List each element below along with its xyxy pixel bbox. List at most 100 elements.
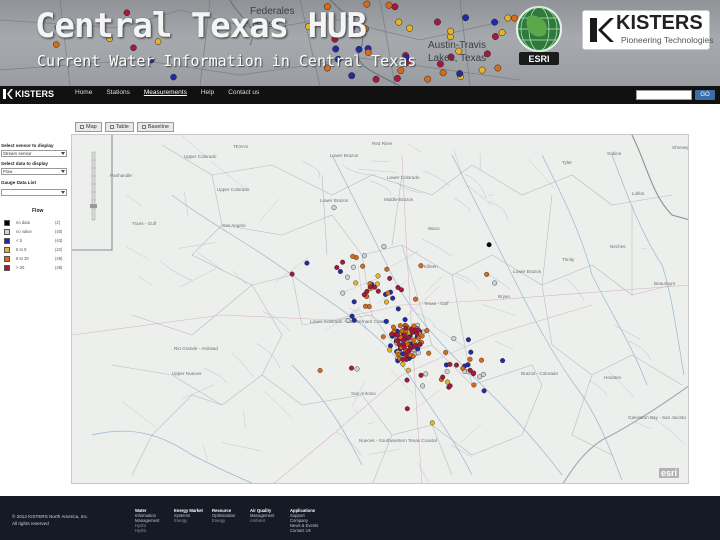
station-marker[interactable] (423, 371, 429, 377)
station-marker[interactable] (484, 271, 490, 277)
station-marker[interactable] (400, 356, 406, 362)
zoom-slider[interactable] (90, 150, 97, 222)
legend-item[interactable]: 5 to 8 (22) (4, 247, 66, 254)
station-marker[interactable] (467, 356, 473, 362)
station-marker[interactable] (380, 334, 386, 340)
station-marker[interactable] (395, 352, 401, 358)
station-marker[interactable] (389, 331, 395, 337)
legend-item[interactable]: no data (2) (4, 220, 66, 227)
data-select[interactable]: Flow (1, 168, 67, 175)
station-marker[interactable] (443, 349, 449, 355)
station-marker[interactable] (447, 383, 453, 389)
station-marker[interactable] (486, 242, 492, 248)
station-marker[interactable] (420, 383, 426, 389)
station-marker[interactable] (454, 362, 460, 368)
station-marker[interactable] (500, 358, 506, 364)
station-marker[interactable] (440, 374, 446, 380)
station-marker[interactable] (385, 290, 391, 296)
station-marker[interactable] (395, 332, 401, 338)
station-marker[interactable] (331, 205, 337, 211)
legend-item[interactable]: > 30 (48) (4, 265, 66, 272)
station-marker[interactable] (400, 361, 406, 367)
station-marker[interactable] (381, 243, 387, 249)
station-marker[interactable] (416, 335, 422, 341)
nav-contact[interactable]: Contact us (228, 89, 259, 96)
tab-baseline[interactable]: Baseline (136, 122, 174, 132)
station-marker[interactable] (405, 349, 411, 355)
station-marker[interactable] (451, 336, 457, 342)
station-marker[interactable] (375, 288, 381, 294)
station-marker[interactable] (403, 325, 409, 331)
station-marker[interactable] (402, 317, 408, 323)
station-marker[interactable] (401, 337, 407, 343)
station-marker[interactable] (426, 350, 432, 356)
zoom-handle[interactable] (90, 204, 97, 208)
station-marker[interactable] (460, 365, 466, 371)
station-marker[interactable] (492, 280, 498, 286)
station-marker[interactable] (383, 318, 389, 324)
station-marker[interactable] (349, 313, 355, 319)
station-marker[interactable] (391, 324, 397, 330)
sensor-select[interactable]: Stream sensor (1, 150, 67, 157)
station-marker[interactable] (350, 253, 356, 259)
footer-link[interactable]: Ambient (250, 518, 274, 523)
station-marker[interactable] (350, 264, 356, 270)
station-marker[interactable] (363, 303, 369, 309)
station-marker[interactable] (375, 273, 381, 279)
station-marker[interactable] (444, 368, 450, 374)
search-go-button[interactable]: GO (695, 90, 715, 100)
station-marker[interactable] (351, 317, 357, 323)
navbar-logo[interactable]: KISTERS (3, 88, 54, 102)
station-marker[interactable] (397, 323, 403, 329)
nav-help[interactable]: Help (201, 89, 214, 96)
footer-link[interactable]: Energy (212, 518, 235, 523)
station-marker[interactable] (345, 274, 351, 280)
station-marker[interactable] (364, 288, 370, 294)
station-marker[interactable] (465, 362, 471, 368)
station-marker[interactable] (404, 406, 410, 412)
station-marker[interactable] (351, 299, 357, 305)
station-marker[interactable] (289, 271, 295, 277)
station-marker[interactable] (418, 263, 424, 269)
station-marker[interactable] (417, 341, 423, 347)
station-marker[interactable] (334, 264, 340, 270)
station-marker[interactable] (481, 388, 487, 394)
station-marker[interactable] (337, 268, 343, 274)
station-marker[interactable] (353, 280, 359, 286)
station-marker[interactable] (465, 337, 471, 343)
station-marker[interactable] (349, 365, 355, 371)
nav-measurements[interactable]: Measurements (144, 89, 187, 96)
station-marker[interactable] (415, 327, 421, 333)
station-marker[interactable] (410, 337, 416, 343)
station-marker[interactable] (479, 357, 485, 363)
legend-item[interactable]: no value (40) (4, 229, 66, 236)
station-marker[interactable] (402, 332, 408, 338)
station-marker[interactable] (404, 377, 410, 383)
station-marker[interactable] (477, 374, 483, 380)
station-marker[interactable] (360, 263, 366, 269)
station-marker[interactable] (345, 317, 351, 323)
station-marker[interactable] (387, 275, 393, 281)
station-marker[interactable] (418, 372, 424, 378)
station-map[interactable]: Upper Colorado TEXAS Lower Brazos Panhandle… (71, 134, 689, 484)
station-marker[interactable] (398, 287, 404, 293)
station-marker[interactable] (468, 349, 474, 355)
station-marker[interactable] (406, 335, 412, 341)
station-marker[interactable] (471, 382, 477, 388)
station-marker[interactable] (401, 344, 407, 350)
gauge-list-select[interactable] (1, 189, 67, 196)
station-marker[interactable] (361, 253, 367, 259)
map-canvas[interactable]: Upper Colorado TEXAS Lower Brazos Panhandle… (72, 135, 689, 484)
legend-item[interactable]: < 5 (43) (4, 238, 66, 245)
station-marker[interactable] (304, 260, 310, 266)
station-marker[interactable] (317, 367, 323, 373)
station-marker[interactable] (447, 361, 453, 367)
station-marker[interactable] (429, 420, 435, 426)
station-marker[interactable] (405, 367, 411, 373)
station-marker[interactable] (354, 366, 360, 372)
station-marker[interactable] (424, 328, 430, 334)
station-marker[interactable] (396, 342, 402, 348)
legend-item[interactable]: 8 to 30 (49) (4, 256, 66, 263)
station-marker[interactable] (384, 299, 390, 305)
nav-stations[interactable]: Stations (106, 89, 130, 96)
